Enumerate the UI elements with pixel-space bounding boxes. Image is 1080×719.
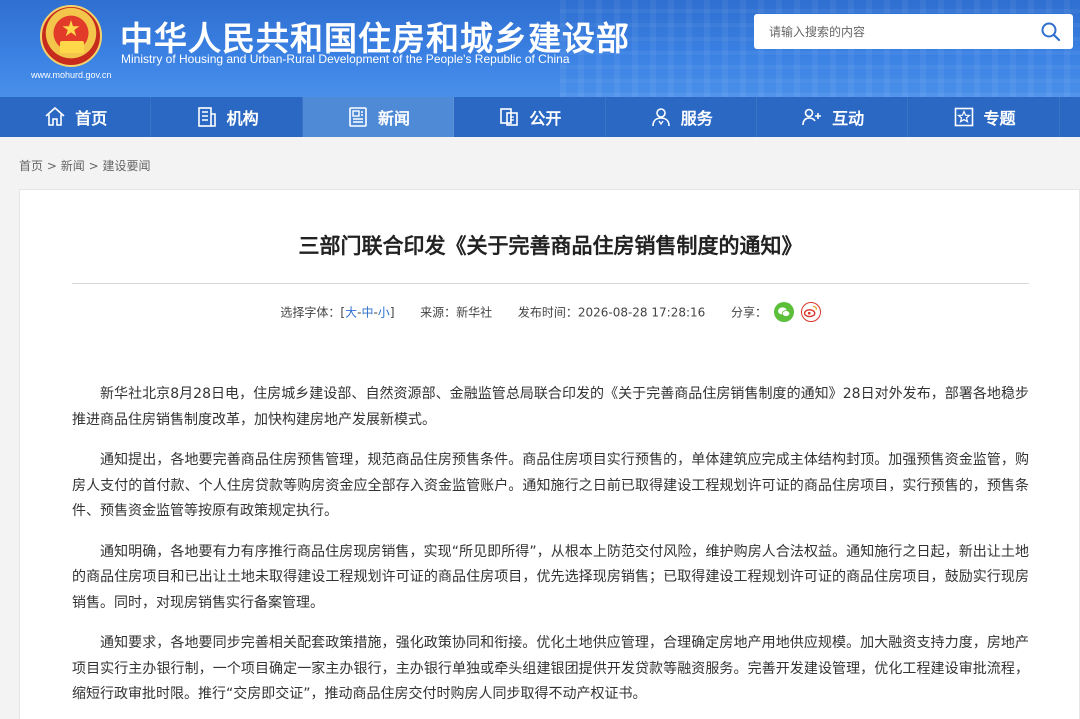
breadcrumb-separator: > bbox=[46, 159, 57, 173]
breadcrumb-section[interactable]: 建设要闻 bbox=[102, 159, 150, 173]
font-close: ] bbox=[389, 305, 395, 320]
nav-item-service[interactable]: 服务 bbox=[606, 97, 757, 137]
breadcrumb-separator: > bbox=[88, 159, 99, 173]
font-medium-link[interactable]: 中 bbox=[361, 306, 373, 320]
wechat-share-icon[interactable] bbox=[773, 302, 794, 322]
search-input[interactable] bbox=[754, 14, 1024, 49]
news-icon bbox=[349, 107, 367, 127]
nav-item-topic[interactable]: 专题 bbox=[908, 97, 1060, 137]
breadcrumb-news[interactable]: 新闻 bbox=[61, 159, 85, 173]
nav-label: 机构 bbox=[226, 109, 259, 128]
article-paragraph: 通知明确，各地要有力有序推行商品住房现房销售，实现“所见即所得”，从根本上防范交… bbox=[72, 543, 1029, 611]
nav-label: 服务 bbox=[680, 109, 713, 128]
service-icon bbox=[651, 108, 670, 127]
nav-label: 首页 bbox=[75, 109, 108, 128]
nav-label: 专题 bbox=[983, 109, 1016, 128]
share-label: 分享： bbox=[730, 305, 767, 320]
article-title: 三部门联合印发《关于完善商品住房销售制度的通知》 bbox=[298, 234, 803, 258]
search-box bbox=[754, 14, 1073, 49]
nav-label: 新闻 bbox=[377, 109, 410, 128]
publish-time: 发布时间：2026-08-28 17:28:16 bbox=[517, 305, 706, 320]
article-paragraph: 通知要求，各地要同步完善相关配套政策措施，强化政策协同和衔接。优化土地供应管理，… bbox=[72, 635, 1029, 702]
article-paragraph: 新华社北京8月28日电，住房城乡建设部、自然资源部、金融监管总局联合印发的《关于… bbox=[72, 386, 1029, 428]
topic-icon bbox=[954, 107, 973, 127]
home-icon bbox=[45, 106, 65, 126]
article-source: 来源：新华社 bbox=[420, 305, 493, 320]
interaction-icon bbox=[802, 108, 822, 126]
site-url[interactable]: www.mohurd.gov.cn bbox=[31, 70, 111, 80]
weibo-share-icon[interactable] bbox=[800, 302, 821, 322]
article-meta: 选择字体：[大-中-小] 来源：新华社 发布时间：2026-08-28 17:2… bbox=[20, 302, 1080, 323]
font-small-link[interactable]: 小 bbox=[378, 306, 390, 320]
building-icon bbox=[197, 107, 216, 127]
nav-label: 公开 bbox=[529, 109, 562, 128]
nav-item-news[interactable]: 新闻 bbox=[302, 97, 455, 137]
article-container: 三部门联合印发《关于完善商品住房销售制度的通知》 选择字体：[大-中-小] 来源… bbox=[19, 189, 1080, 719]
disclosure-icon bbox=[500, 108, 519, 126]
breadcrumb: 首页 > 新闻 > 建设要闻 bbox=[19, 157, 150, 174]
nav-item-disclosure[interactable]: 公开 bbox=[454, 97, 606, 137]
national-emblem-icon[interactable]: ★ bbox=[40, 5, 102, 67]
nav-label: 互动 bbox=[832, 109, 865, 128]
article-paragraph: 通知提出，各地要完善商品住房预售管理，规范商品住房预售条件。商品住房项目实行预售… bbox=[72, 452, 1029, 519]
article-body: 新华社北京8月28日电，住房城乡建设部、自然资源部、金融监管总局联合印发的《关于… bbox=[72, 382, 1029, 719]
breadcrumb-home[interactable]: 首页 bbox=[19, 159, 43, 173]
nav-item-interaction[interactable]: 互动 bbox=[757, 97, 909, 137]
search-icon[interactable] bbox=[1039, 20, 1063, 44]
title-divider bbox=[72, 283, 1029, 284]
nav-item-home[interactable]: 首页 bbox=[0, 97, 152, 137]
font-size-selector: 选择字体：[大-中-小] bbox=[280, 306, 398, 320]
nav-item-organization[interactable]: 机构 bbox=[151, 97, 303, 137]
site-title-en: Ministry of Housing and Urban-Rural Deve… bbox=[121, 52, 570, 66]
font-select-label: 选择字体：[ bbox=[280, 305, 346, 320]
main-nav: 首页 机构 新闻 公开 服务 互动 专题 bbox=[0, 97, 1080, 137]
site-header: ★ www.mohurd.gov.cn 中华人民共和国住房和城乡建设部 Mini… bbox=[0, 0, 1080, 97]
font-large-link[interactable]: 大 bbox=[345, 306, 357, 320]
